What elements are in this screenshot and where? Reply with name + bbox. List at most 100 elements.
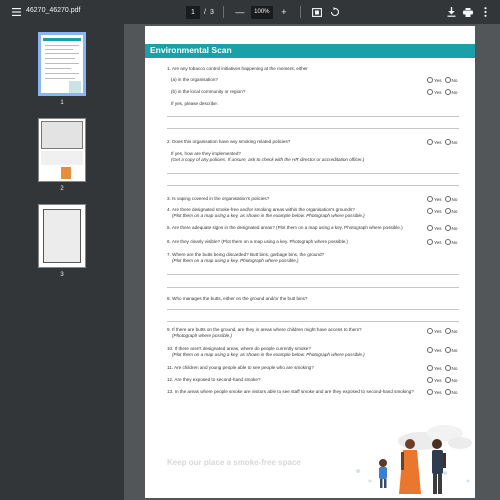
yes-radio[interactable] — [427, 208, 433, 214]
yes-radio[interactable] — [427, 139, 433, 145]
yes-label: Yes — [434, 239, 442, 245]
answer-line[interactable] — [167, 173, 459, 174]
answer-line[interactable] — [167, 287, 459, 288]
document-viewer[interactable]: Environmental Scan 1. Are any tobacco co… — [124, 24, 500, 500]
question-10b: (Plot them on a map using a key, as show… — [172, 352, 365, 358]
yes-label: Yes — [434, 139, 442, 145]
more-vert-icon[interactable] — [478, 5, 492, 19]
thumb-line — [45, 73, 79, 74]
thumb-line — [45, 49, 73, 50]
yes-radio[interactable] — [427, 196, 433, 202]
yes-radio[interactable] — [427, 377, 433, 383]
yes-label: Yes — [434, 196, 442, 202]
right-toolbar-actions — [444, 5, 492, 19]
thumb-line — [45, 58, 75, 59]
total-pages: 3 — [209, 8, 214, 16]
yes-radio[interactable] — [427, 328, 433, 334]
yes-radio[interactable] — [427, 77, 433, 83]
thumbnail-page-1[interactable] — [38, 32, 86, 96]
yes-label: Yes — [434, 389, 442, 395]
thumb-illustration — [61, 167, 71, 179]
no-radio[interactable] — [444, 139, 451, 145]
divider — [222, 6, 224, 18]
question-13: 13. In the areas where people smoke are … — [167, 389, 414, 394]
file-name: 46270_46270.pdf — [26, 7, 81, 14]
thumbnail-page-3[interactable] — [38, 204, 86, 268]
print-icon[interactable] — [461, 5, 475, 19]
answer-line[interactable] — [167, 274, 459, 275]
yes-radio[interactable] — [427, 389, 433, 395]
thumbnail-label-3: 3 — [60, 272, 64, 278]
yes-no-3: Yes No — [425, 196, 457, 202]
divider — [299, 6, 301, 18]
no-radio[interactable] — [444, 377, 451, 383]
question-10b-text: (Plot them on a map using a key, as show… — [172, 352, 365, 357]
yes-no-1a: Yes No — [425, 77, 457, 83]
question-2: 2. Does this organisation have any smoki… — [167, 139, 291, 144]
thumb-line — [45, 45, 79, 46]
thumb-key — [41, 151, 83, 165]
no-label: No — [451, 389, 458, 395]
no-radio[interactable] — [444, 328, 451, 334]
yes-radio[interactable] — [427, 365, 433, 371]
no-radio[interactable] — [444, 196, 451, 202]
yes-radio[interactable] — [427, 347, 433, 353]
answer-line[interactable] — [167, 128, 459, 129]
thumbnail-label-2: 2 — [60, 186, 64, 192]
yes-label: Yes — [434, 365, 442, 371]
no-label: No — [451, 365, 458, 371]
yes-radio[interactable] — [427, 89, 433, 95]
question-4b-text: (Plot them on a map using a key, as show… — [172, 213, 365, 218]
thumbnail-label-1: 1 — [60, 100, 64, 106]
answer-line[interactable] — [167, 185, 459, 186]
menu-icon[interactable] — [9, 5, 23, 19]
yes-radio[interactable] — [427, 239, 433, 245]
yes-label: Yes — [434, 89, 442, 95]
thumb-line — [45, 78, 75, 79]
page-title: Environmental Scan — [150, 45, 232, 55]
thumbnail-page-2[interactable] — [38, 118, 86, 182]
question-11: 11. Are children and young people able t… — [167, 365, 314, 370]
yes-label: Yes — [434, 347, 442, 353]
no-radio[interactable] — [444, 365, 451, 371]
no-label: No — [451, 225, 458, 231]
question-5: 5. Are there adequate signs in the desig… — [167, 225, 403, 230]
no-radio[interactable] — [444, 89, 451, 95]
no-radio[interactable] — [444, 225, 451, 231]
no-label: No — [451, 208, 458, 214]
thumb-grid — [43, 209, 81, 263]
download-icon[interactable] — [444, 5, 458, 19]
answer-line[interactable] — [167, 309, 459, 310]
yes-no-12: Yes No — [425, 377, 457, 383]
rotate-icon[interactable] — [328, 5, 342, 19]
no-radio[interactable] — [444, 77, 451, 83]
page-number-input[interactable]: 1 — [186, 5, 200, 19]
thumb-line — [45, 63, 79, 64]
zoom-in-button[interactable]: + — [277, 5, 291, 19]
question-4b: (Plot them on a map using a key, as show… — [172, 213, 365, 219]
no-radio[interactable] — [444, 208, 451, 214]
no-radio[interactable] — [444, 347, 451, 353]
question-2b-text: (Get a copy of any policies. If unsure, … — [171, 157, 365, 162]
yes-no-6: Yes No — [425, 239, 457, 245]
no-radio[interactable] — [444, 239, 451, 245]
section-header: Environmental Scan — [145, 44, 475, 58]
answer-line[interactable] — [167, 321, 459, 322]
no-label: No — [451, 77, 458, 83]
yes-radio[interactable] — [427, 225, 433, 231]
answer-line[interactable] — [167, 116, 459, 117]
thumb-map — [41, 121, 83, 149]
zoom-out-button[interactable]: — — [233, 5, 247, 19]
yes-no-4: Yes No — [425, 208, 457, 214]
yes-no-2: Yes No — [425, 139, 457, 145]
no-radio[interactable] — [444, 389, 451, 395]
yes-no-11: Yes No — [425, 365, 457, 371]
zoom-level-input[interactable]: 100% — [250, 5, 273, 19]
yes-no-9: Yes No — [425, 328, 457, 334]
question-6: 6. Are they clearly visible? (Plot them … — [167, 239, 348, 244]
no-label: No — [451, 239, 458, 245]
fit-page-icon[interactable] — [310, 5, 324, 19]
thumb-illustration — [69, 81, 81, 93]
yes-label: Yes — [434, 208, 442, 214]
thumb-line — [45, 68, 71, 69]
